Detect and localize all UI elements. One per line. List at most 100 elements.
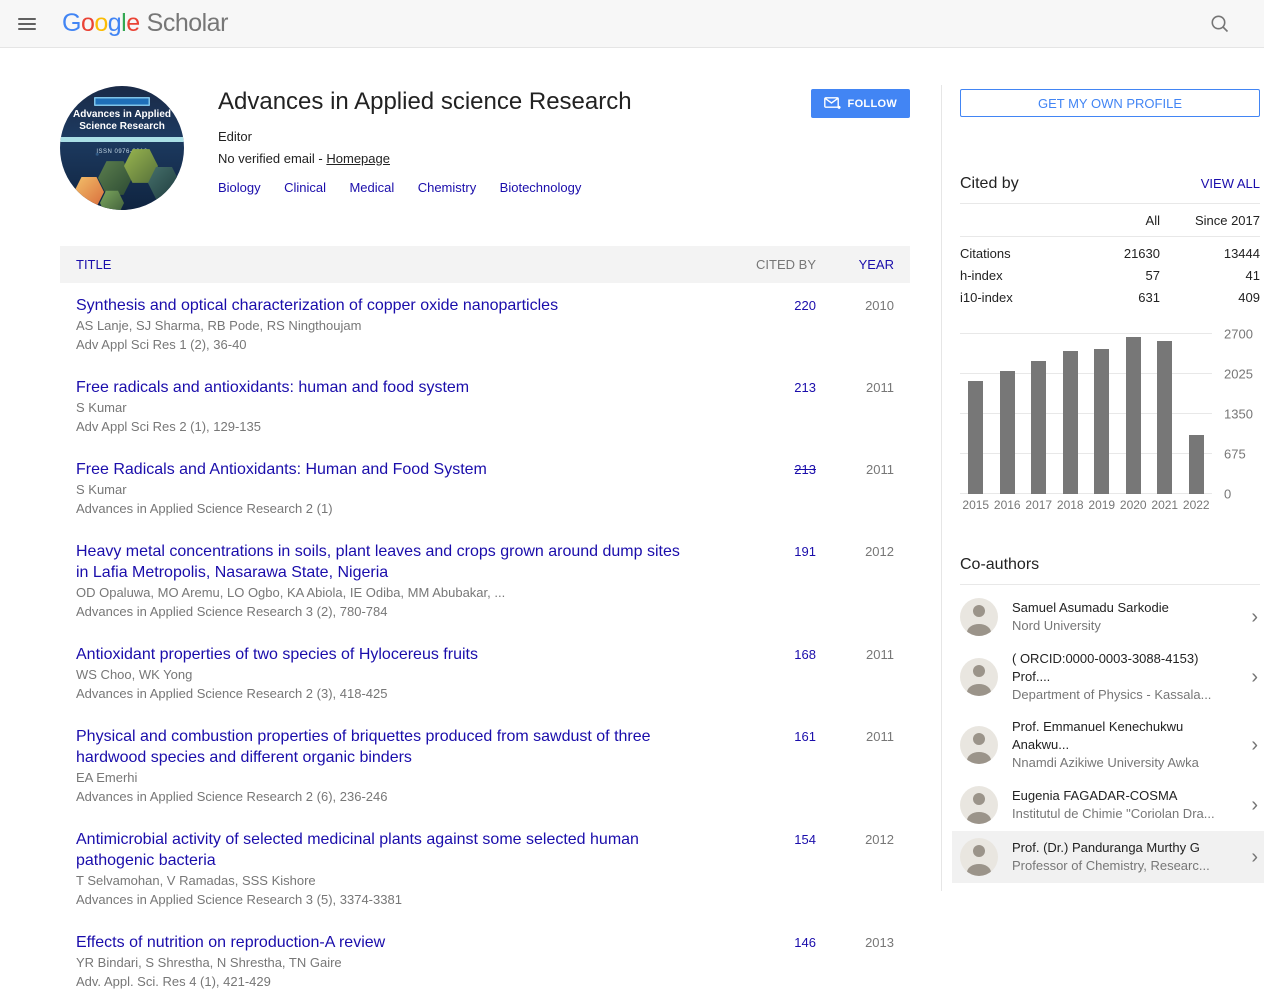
article-title-link[interactable]: Physical and combustion properties of br… [76,726,694,768]
chevron-right-icon[interactable]: › [1251,795,1260,815]
profile-avatar[interactable]: Advances in Applied Science Research ISS… [60,86,184,210]
coauthor-row[interactable]: Prof. Emmanuel Kenechukwu Anakwu... Nnam… [952,711,1264,779]
article-title-link[interactable]: Antioxidant properties of two species of… [76,644,694,665]
chart-gridline [960,453,1212,454]
view-all-link[interactable]: VIEW ALL [1201,176,1260,191]
article-title-link[interactable]: Free radicals and antioxidants: human an… [76,377,694,398]
stat-label-i10-index: i10-index [960,286,1070,308]
stat-h-index-since: 41 [1160,264,1260,286]
chart-bar-2019[interactable] [1094,349,1109,494]
chart-bar-2022[interactable] [1189,435,1204,494]
coauthor-row[interactable]: Samuel Asumadu Sarkodie Nord University … [952,591,1264,643]
chart-y-axis: 2700202513506750 [1212,334,1260,494]
stat-h-index-all: 57 [1070,264,1160,286]
article-year: 2011 [816,644,894,703]
article-cited-by-count[interactable]: 168 [794,647,816,662]
stats-col-since: Since 2017 [1160,204,1260,237]
coauthor-name-link[interactable]: Prof. Emmanuel Kenechukwu Anakwu... [1012,718,1218,754]
coauthor-affiliation: Institutul de Chimie "Coriolan Dra... [1012,805,1218,823]
article-cited-by-count[interactable]: 213 [794,380,816,395]
chart-xtick-label: 2015 [960,498,991,512]
journal-cover-issn: ISSN 0976-8610 [60,149,184,155]
article-year: 2011 [816,377,894,436]
coauthor-name-link[interactable]: Eugenia FAGADAR-COSMA [1012,787,1218,805]
article-year: 2012 [816,829,894,909]
article-row: Effects of nutrition on reproduction-A r… [60,920,910,1002]
chart-ytick-label: 1350 [1224,407,1253,422]
journal-cover-band [60,137,184,142]
chart-gridline [960,493,1212,494]
get-my-own-profile-button[interactable]: GET MY OWN PROFILE [960,89,1260,117]
coauthor-name-link[interactable]: Samuel Asumadu Sarkodie [1012,599,1218,617]
sort-by-citations-header: CITED BY [724,257,816,272]
topic-link-chemistry[interactable]: Chemistry [418,180,477,195]
coauthor-avatar [960,598,998,636]
chevron-right-icon[interactable]: › [1251,735,1260,755]
google-scholar-logo[interactable]: Google Scholar [62,9,228,38]
article-title-link[interactable]: Free Radicals and Antioxidants: Human an… [76,459,694,480]
article-row: Heavy metal concentrations in soils, pla… [60,529,910,632]
coauthor-avatar [960,786,998,824]
chart-x-axis: 20152016201720182019202020212022 [960,498,1212,512]
chevron-right-icon[interactable]: › [1251,667,1260,687]
stat-i10-index-all: 631 [1070,286,1160,308]
chevron-right-icon[interactable]: › [1251,607,1260,627]
article-title-link[interactable]: Effects of nutrition on reproduction-A r… [76,932,694,953]
stat-label-h-index: h-index [960,264,1070,286]
follow-button-label: FOLLOW [848,98,897,110]
coauthor-row[interactable]: Prof. (Dr.) Panduranga Murthy G Professo… [952,831,1264,883]
stat-citations-all: 21630 [1070,237,1160,265]
article-year: 2010 [816,295,894,354]
article-year: 2012 [816,541,894,621]
article-cited-by-count[interactable]: 213 [794,462,816,477]
article-authors: WS Choo, WK Yong [76,666,694,684]
chart-plot-area [960,334,1212,494]
coauthor-avatar [960,658,998,696]
coauthor-row[interactable]: ( ORCID:0000-0003-3088-4153) Prof.... De… [952,643,1264,711]
search-icon[interactable] [1208,12,1232,36]
coauthor-name-link[interactable]: Prof. (Dr.) Panduranga Murthy G [1012,839,1218,857]
article-cited-by-count[interactable]: 191 [794,544,816,559]
article-cited-by-count[interactable]: 161 [794,729,816,744]
chevron-right-icon[interactable]: › [1251,847,1260,867]
envelope-plus-icon [824,97,841,110]
chart-xtick-label: 2021 [1149,498,1180,512]
article-title-link[interactable]: Heavy metal concentrations in soils, pla… [76,541,694,583]
chart-bar-2015[interactable] [968,381,983,494]
article-cited-by-count[interactable]: 146 [794,935,816,950]
article-authors: OD Opaluwa, MO Aremu, LO Ogbo, KA Abiola… [76,584,694,602]
coauthor-affiliation: Professor of Chemistry, Researc... [1012,857,1218,875]
article-cited-by-count[interactable]: 220 [794,298,816,313]
coauthor-affiliation: Department of Physics - Kassala... [1012,686,1218,704]
chart-xtick-label: 2017 [1023,498,1054,512]
homepage-link[interactable]: Homepage [326,151,390,166]
chart-bar-2018[interactable] [1063,351,1078,494]
article-title-link[interactable]: Synthesis and optical characterization o… [76,295,694,316]
article-venue: Advances in Applied Science Research 2 (… [76,500,694,518]
chart-ytick-label: 675 [1224,447,1246,462]
chart-bar-2020[interactable] [1126,337,1141,494]
topic-link-clinical[interactable]: Clinical [284,180,326,195]
top-app-bar: Google Scholar [0,0,1264,48]
article-title-link[interactable]: Antimicrobial activity of selected medic… [76,829,694,871]
coauthor-avatar [960,838,998,876]
article-authors: EA Emerhi [76,769,694,787]
chart-bar-2021[interactable] [1157,341,1172,494]
sort-by-year-header[interactable]: YEAR [816,257,894,272]
chart-bar-2017[interactable] [1031,361,1046,494]
topic-link-biology[interactable]: Biology [218,180,261,195]
menu-icon[interactable] [18,18,36,30]
chart-ytick-label: 2025 [1224,367,1253,382]
article-authors: T Selvamohan, V Ramadas, SSS Kishore [76,872,694,890]
article-cited-by-count[interactable]: 154 [794,832,816,847]
follow-button[interactable]: FOLLOW [811,89,910,118]
coauthors-section: Co-authors Samuel Asumadu Sarkodie Nord … [960,556,1260,883]
journal-cover-title-line2: Science Research [60,121,184,133]
sort-by-title-header[interactable]: TITLE [76,257,724,272]
chart-bar-2016[interactable] [1000,371,1015,494]
topic-link-biotechnology[interactable]: Biotechnology [500,180,582,195]
coauthor-name-link[interactable]: ( ORCID:0000-0003-3088-4153) Prof.... [1012,650,1218,686]
cited-by-section: Cited by VIEW ALL All Since 2017 Citatio… [960,175,1260,512]
topic-link-medical[interactable]: Medical [349,180,394,195]
coauthor-row[interactable]: Eugenia FAGADAR-COSMA Institutul de Chim… [952,779,1264,831]
